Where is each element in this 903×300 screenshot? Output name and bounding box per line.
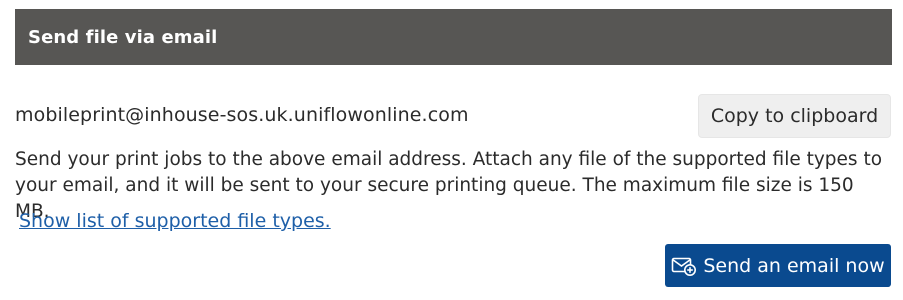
panel-title: Send file via email [28, 26, 218, 48]
supported-file-types-link[interactable]: Show list of supported file types. [19, 210, 331, 232]
copy-to-clipboard-button[interactable]: Copy to clipboard [698, 94, 891, 138]
send-email-now-label: Send an email now [703, 254, 885, 277]
send-email-now-button[interactable]: Send an email now [665, 244, 891, 287]
panel-header: Send file via email [15, 9, 892, 65]
email-address: mobileprint@inhouse-sos.uk.uniflowonline… [15, 104, 469, 126]
email-add-icon [671, 255, 697, 277]
